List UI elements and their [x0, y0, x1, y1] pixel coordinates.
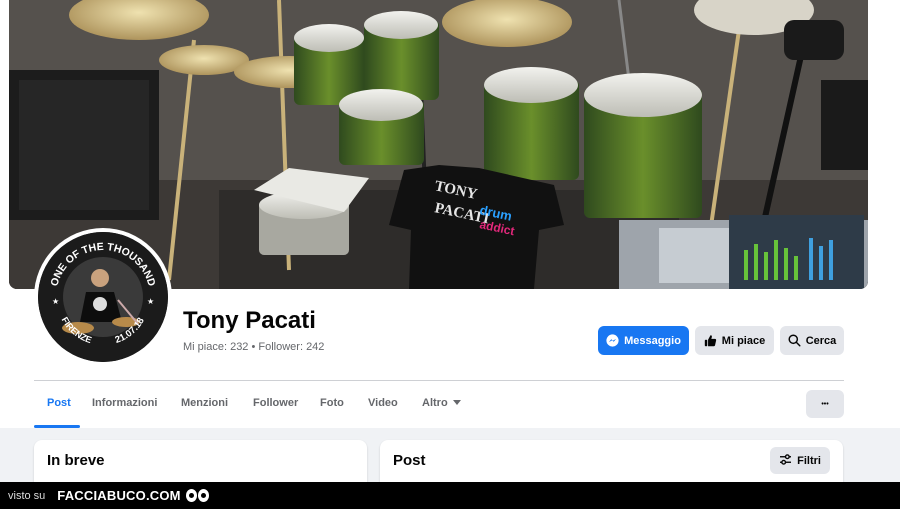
tab-altro[interactable]: Altro: [422, 397, 461, 409]
like-button-label: Mi piace: [721, 334, 766, 347]
watermark-eyes-icon: [185, 489, 209, 502]
more-options-label: •••: [821, 400, 829, 408]
header-divider: [34, 380, 844, 381]
posts-card-title: Post: [393, 452, 426, 469]
intro-card-title: In breve: [47, 452, 105, 469]
eye-left: [185, 489, 197, 502]
filters-button-label: Filtri: [797, 454, 821, 467]
eye-right: [197, 489, 209, 502]
tab-post[interactable]: Post: [47, 397, 71, 409]
tab-menzioni[interactable]: Menzioni: [181, 397, 228, 409]
watermark-bar: visto su FACCIABUCO.COM: [0, 482, 900, 509]
tab-follower[interactable]: Follower: [253, 397, 298, 409]
profile-avatar[interactable]: ONE OF THE THOUSAND FIRENZE 21.07.18 ★ ★: [34, 228, 172, 366]
message-button[interactable]: Messaggio: [598, 326, 689, 355]
avatar-badge: ONE OF THE THOUSAND FIRENZE 21.07.18 ★ ★: [38, 232, 168, 362]
tab-foto[interactable]: Foto: [320, 397, 344, 409]
profile-header: TONY PACATI drum addict ONE OF THE THOUS…: [0, 0, 900, 428]
avatar-badge-image: ONE OF THE THOUSAND FIRENZE 21.07.18 ★ ★: [38, 232, 168, 362]
search-icon: [788, 334, 801, 347]
badge-star-left: ★: [52, 297, 59, 306]
more-options-button[interactable]: •••: [806, 390, 844, 418]
search-button[interactable]: Cerca: [780, 326, 844, 355]
message-button-label: Messaggio: [624, 334, 681, 347]
badge-star-right: ★: [147, 297, 154, 306]
thumbs-up-icon: [704, 334, 717, 347]
caret-down-icon: [452, 397, 461, 409]
tab-informazioni[interactable]: Informazioni: [92, 397, 157, 409]
active-tab-indicator: [34, 425, 80, 428]
like-button[interactable]: Mi piace: [695, 326, 774, 355]
filters-button[interactable]: Filtri: [770, 447, 830, 474]
profile-stats: Mi piace: 232 • Follower: 242: [183, 341, 325, 353]
watermark-brand: FACCIABUCO.COM: [57, 488, 181, 503]
watermark-prefix: visto su: [8, 489, 46, 502]
search-button-label: Cerca: [805, 334, 837, 347]
tab-altro-label: Altro: [422, 397, 448, 409]
messenger-icon: [606, 334, 619, 347]
page-title: Tony Pacati: [183, 307, 316, 334]
filter-sliders-icon: [779, 453, 792, 468]
tab-video[interactable]: Video: [368, 397, 398, 409]
